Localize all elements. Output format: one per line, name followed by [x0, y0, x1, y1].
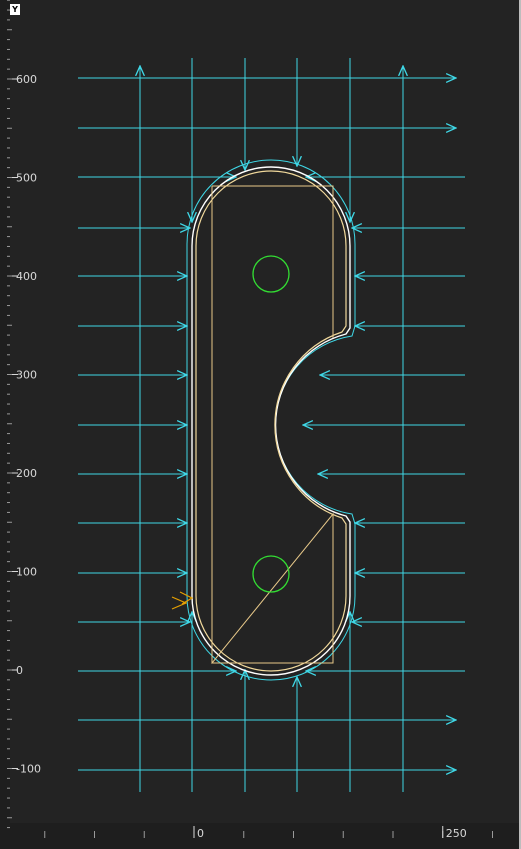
y-tick-label: 600	[16, 73, 37, 86]
cad-viewport[interactable]: Y 600 500 400 300 200 100 0 -100 0 250	[0, 0, 521, 849]
y-ruler-ticks	[7, 0, 12, 829]
drawing-canvas[interactable]: 600 500 400 300 200 100 0 -100 0 250	[0, 0, 521, 849]
hole-upper[interactable]	[252, 255, 290, 293]
x-ruler-ticks	[44, 831, 493, 838]
start-point-marker[interactable]	[171, 591, 194, 610]
x-tick-label: 250	[446, 827, 467, 840]
y-tick-label: 200	[16, 467, 37, 480]
y-tick-label: 100	[16, 566, 37, 579]
y-tick-label: 500	[16, 172, 37, 185]
y-axis-labels: 6005004003002001000-100	[12, 73, 41, 776]
hole-lower[interactable]	[252, 555, 290, 593]
lead-in-guides	[78, 58, 465, 792]
toolpath-contour	[195, 170, 347, 672]
part-outline[interactable]	[191, 166, 351, 676]
y-tick-label: -100	[16, 763, 41, 776]
y-tick-label: 400	[16, 270, 37, 283]
x-axis-labels: 0 250	[193, 826, 467, 840]
x-tick-label: 0	[197, 827, 204, 840]
y-tick-label: 300	[16, 369, 37, 382]
